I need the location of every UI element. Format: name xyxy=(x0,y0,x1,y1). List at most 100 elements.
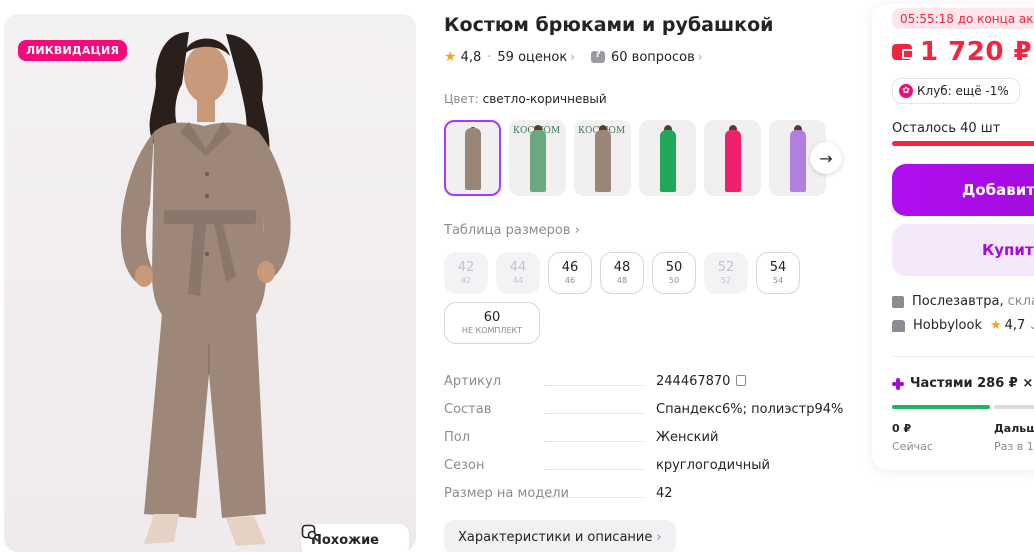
star-icon: ★ xyxy=(444,49,457,65)
arrow-right-icon: → xyxy=(819,148,833,168)
size-sub-label: 46 xyxy=(564,275,576,285)
size-main-label: 52 xyxy=(717,259,735,275)
size-option[interactable]: 44 44 xyxy=(496,252,540,294)
color-thumbnail[interactable] xyxy=(444,120,501,196)
thumbnail-model-figure xyxy=(529,130,546,192)
thumbnail-model-figure xyxy=(464,128,481,190)
stock-progress-bar xyxy=(892,141,1034,146)
spec-value: Спандекс6%; полиэстр94% xyxy=(656,402,844,417)
spec-row: Размер на модели 42 xyxy=(444,486,844,514)
delivery-date: Послезавтра, xyxy=(912,294,1004,309)
thumbnail-model-figure xyxy=(724,130,741,192)
copy-icon[interactable] xyxy=(736,375,747,386)
color-label-value: светло-коричневый xyxy=(482,92,607,106)
size-sub-label: 44 xyxy=(512,275,524,285)
description-button[interactable]: Характеристики и описание › xyxy=(444,520,676,552)
size-option[interactable]: 42 42 xyxy=(444,252,488,294)
size-sub-label: 54 xyxy=(772,275,784,285)
size-main-label: 50 xyxy=(665,259,683,275)
spec-row: Пол Женский xyxy=(444,430,844,458)
club-discount-label: Клуб: ещё -1% xyxy=(917,84,1009,98)
thumbnails-next-button[interactable]: → xyxy=(810,142,842,174)
liquidation-badge: ЛИКВИДАЦИЯ xyxy=(18,40,128,61)
pay-now-label: Сейчас xyxy=(892,440,933,453)
size-main-label: 46 xyxy=(561,259,579,275)
chevron-right-icon: › xyxy=(570,50,575,64)
add-to-cart-button[interactable]: Добавить xyxy=(892,164,1034,216)
spec-value: Женский xyxy=(656,430,719,445)
size-option[interactable]: 60 НЕ КОМПЛЕКТ xyxy=(444,302,540,344)
price: 1 720 ₽ xyxy=(920,37,1033,67)
star-icon: ★ xyxy=(989,318,1002,333)
size-sub-label: НЕ КОМПЛЕКТ xyxy=(461,325,523,335)
size-option[interactable]: 46 46 xyxy=(548,252,592,294)
spec-row: Артикул 244467870 xyxy=(444,374,844,402)
divider xyxy=(892,356,1034,357)
size-main-label: 44 xyxy=(509,259,527,275)
questions-link[interactable]: 60 вопросов xyxy=(611,50,695,65)
separator-dot: · xyxy=(487,49,492,65)
installments-row[interactable]: Частями 286 ₽ × 8 xyxy=(892,376,1034,391)
size-sub-label: 50 xyxy=(668,275,680,285)
club-icon: ✿ xyxy=(899,84,913,98)
pay-later-amount: Дальш xyxy=(994,422,1034,435)
pay-now-amount: 0 ₽ xyxy=(892,422,912,435)
chevron-right-icon: › xyxy=(697,50,703,64)
color-thumbnails: КОСТЮМКОСТЮМ xyxy=(444,120,826,196)
size-option[interactable]: 54 54 xyxy=(756,252,800,294)
similar-items-label: Похожие xyxy=(311,532,379,548)
size-sub-label: 52 xyxy=(720,275,732,285)
spec-key: Размер на модели xyxy=(444,486,656,501)
specifications-list: Артикул 244467870 Состав Спандекс6%; полиэс… xyxy=(444,374,844,514)
spec-row: Сезон круглогодичный xyxy=(444,458,844,486)
installment-later-bar xyxy=(994,405,1034,409)
club-discount-badge[interactable]: ✿ Клуб: ещё -1% xyxy=(892,78,1020,104)
reviews-link[interactable]: 59 оценок xyxy=(497,50,567,65)
price-row: 1 720 ₽ 6 xyxy=(892,37,1034,67)
color-label-key: Цвет: xyxy=(444,92,479,106)
buy-now-button[interactable]: Купить xyxy=(892,224,1034,276)
pay-later-label: Раз в 14 xyxy=(994,440,1034,453)
sale-timer: 05:55:18 до конца ак xyxy=(892,8,1034,29)
spec-key: Состав xyxy=(444,402,656,417)
thumbnail-model-figure xyxy=(789,130,806,192)
seller-info[interactable]: Hobbylook ★ 4,7 ⌄ xyxy=(892,318,1034,333)
spec-value: 42 xyxy=(656,486,673,501)
shop-icon xyxy=(892,319,905,332)
size-main-label: 60 xyxy=(483,309,501,325)
delivery-info: Послезавтра, скла xyxy=(892,294,1034,309)
size-option[interactable]: 48 48 xyxy=(600,252,644,294)
purchase-card: 05:55:18 до конца ак 1 720 ₽ 6 ✿ Клуб: е… xyxy=(872,4,1034,470)
seller-rating: 4,7 xyxy=(1004,318,1026,333)
size-sub-label: 48 xyxy=(616,275,628,285)
size-main-label: 48 xyxy=(613,259,631,275)
color-thumbnail[interactable] xyxy=(639,120,696,196)
chevron-right-icon: › xyxy=(574,223,580,238)
model-illustration xyxy=(120,32,291,546)
rating-row: ★ 4,8 · 59 оценок › 60 вопросов › xyxy=(444,49,703,65)
product-main-photo[interactable]: ЛИКВИДАЦИЯ Похожие xyxy=(4,14,416,552)
spec-value: 244467870 xyxy=(656,374,731,389)
thumbnail-model-figure xyxy=(659,130,676,192)
seller-name: Hobbylook xyxy=(913,318,982,333)
size-option[interactable]: 50 50 xyxy=(652,252,696,294)
color-thumbnail[interactable]: КОСТЮМ xyxy=(509,120,566,196)
similar-search-icon xyxy=(301,524,319,542)
spec-row: Состав Спандекс6%; полиэстр94% xyxy=(444,402,844,430)
size-main-label: 54 xyxy=(769,259,787,275)
size-option[interactable]: 52 52 xyxy=(704,252,748,294)
stock-remaining: Осталось 40 шт xyxy=(892,121,1001,136)
size-table-link[interactable]: Таблица размеров › xyxy=(444,223,580,238)
spec-value: круглогодичный xyxy=(656,458,771,473)
size-selector: 42 42 44 44 46 46 48 48 50 50 52 52 54 54 60 НЕ КОМПЛЕК… xyxy=(444,252,814,344)
color-thumbnail[interactable] xyxy=(704,120,761,196)
description-button-label: Характеристики и описание xyxy=(458,529,653,545)
box-icon xyxy=(892,295,904,308)
installment-now-bar xyxy=(892,405,990,409)
similar-items-button[interactable]: Похожие xyxy=(301,524,409,552)
rating-value: 4,8 xyxy=(460,49,482,65)
color-thumbnail[interactable]: КОСТЮМ xyxy=(574,120,631,196)
spec-key: Артикул xyxy=(444,374,656,389)
chevron-down-icon: ⌄ xyxy=(1028,319,1034,332)
product-title: Костюм брюками и рубашкой xyxy=(444,14,774,36)
